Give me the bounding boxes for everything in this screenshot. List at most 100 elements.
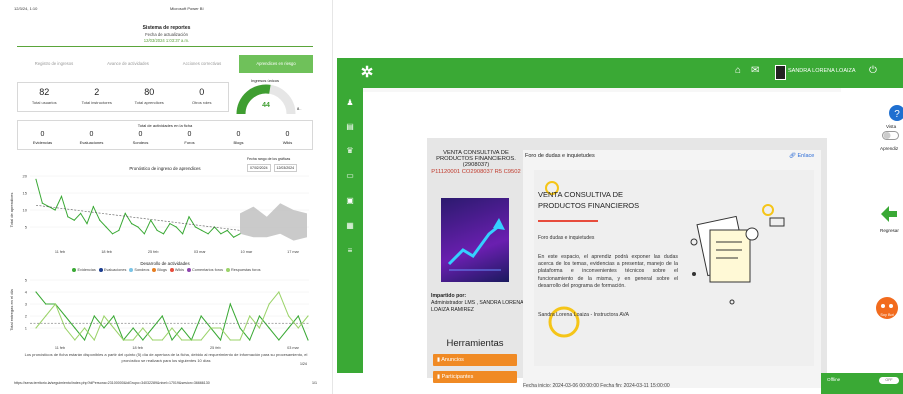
x-tick-label: 11 feb bbox=[55, 346, 65, 350]
data-point bbox=[287, 315, 290, 317]
data-point bbox=[122, 339, 125, 341]
legend-label: Comentarios foros bbox=[191, 268, 224, 272]
vista-label: Vista bbox=[886, 124, 897, 129]
link-button[interactable]: 🔗︎ Enlace bbox=[789, 153, 814, 159]
help-icon[interactable]: ? bbox=[887, 104, 903, 122]
x-tick-label: 17 mar bbox=[287, 250, 300, 254]
legend-swatch bbox=[98, 268, 103, 272]
legend-swatch bbox=[129, 268, 134, 272]
forum-dates: Fecha inicio: 2024-03-06 00:00:00 Fecha … bbox=[523, 383, 670, 389]
regresar-label: Regresar bbox=[880, 228, 899, 233]
kpi-label: Total aprendices bbox=[134, 100, 164, 105]
gauge-value: 44 bbox=[262, 102, 270, 109]
data-point bbox=[92, 206, 94, 208]
data-point bbox=[132, 327, 134, 329]
imparted-by: Impartido por: Administrador LMS , SANDR… bbox=[431, 293, 526, 314]
sena-logo-icon: ✲ bbox=[360, 64, 374, 81]
inbox-icon[interactable]: ▭ bbox=[344, 171, 356, 181]
offline-label: Offline bbox=[827, 377, 841, 382]
offline-toggle[interactable]: OFF bbox=[879, 377, 899, 384]
tab-aprendices-riesgo[interactable]: Aprendices en riesgo bbox=[239, 55, 313, 73]
activity-blogs: 0 Blogs bbox=[214, 131, 263, 145]
y-tick-label: 1 bbox=[25, 326, 28, 331]
mail-icon[interactable]: ✉ bbox=[751, 65, 759, 76]
data-point bbox=[226, 229, 228, 231]
gauge-max: 8.. bbox=[297, 106, 302, 111]
report-tabs: Registro de ingresos Avance de actividad… bbox=[17, 55, 313, 73]
trophy-icon[interactable]: ♛ bbox=[344, 146, 356, 156]
calendar-icon[interactable]: ▦ bbox=[344, 221, 356, 231]
report-title: Sistema de reportes bbox=[142, 25, 191, 31]
document-icon[interactable]: ▣ bbox=[344, 196, 356, 206]
x-tick-label: 18 feb bbox=[132, 346, 143, 350]
data-point bbox=[175, 226, 177, 228]
data-point bbox=[182, 233, 184, 235]
kpi-otros-roles: 0 Otros roles bbox=[176, 83, 229, 111]
book-icon[interactable]: ▤ bbox=[344, 122, 356, 132]
aprendiz-label: Aprendiz bbox=[880, 146, 899, 151]
sidebar: ♟ ▤ ♛ ▭ ▣ ▦ ≡ bbox=[337, 88, 363, 373]
kpi-label: Total instructores bbox=[81, 100, 112, 105]
tool-participantes-button[interactable]: ▮ Participantes bbox=[433, 371, 517, 383]
legend-label: Sondeos bbox=[134, 268, 150, 272]
data-point bbox=[219, 327, 222, 329]
data-point bbox=[99, 219, 101, 221]
activity-evidencias: 0 Evidencias bbox=[18, 131, 67, 145]
data-point bbox=[143, 233, 145, 235]
power-icon[interactable]: ⏻ bbox=[869, 65, 877, 76]
legend-swatch bbox=[152, 268, 157, 272]
tab-avance-actividades[interactable]: Avance de actividades bbox=[91, 55, 165, 73]
print-page-number: 1/1 bbox=[312, 381, 317, 385]
chatbot-icon[interactable]: Soy Bot bbox=[875, 296, 899, 322]
tool-label: Participantes bbox=[441, 374, 474, 380]
kpi-value: 80 bbox=[144, 87, 155, 97]
legend-swatch bbox=[186, 268, 191, 272]
data-point bbox=[142, 339, 144, 341]
data-point bbox=[151, 327, 154, 329]
back-arrow-icon[interactable] bbox=[879, 204, 899, 224]
activity-value: 0 bbox=[187, 131, 192, 138]
y-tick-label: 5 bbox=[25, 225, 28, 230]
tab-acciones-correctivas[interactable]: Acciones correctivas bbox=[165, 55, 239, 73]
print-date: 12/3/24, 1:10 bbox=[14, 6, 38, 11]
view-toggle[interactable] bbox=[882, 131, 900, 141]
x-tick-label: 25 feb bbox=[210, 346, 221, 350]
legend-swatch bbox=[72, 268, 77, 272]
activity-label: Wikis bbox=[282, 140, 293, 145]
top-bar: ✲ ⌂ ✉ SANDRA LORENA LOAIZA ⏻ bbox=[337, 58, 903, 88]
tools-title: Herramientas bbox=[446, 338, 504, 349]
chart2-title: Desarrollo de actividades bbox=[140, 261, 190, 266]
avatar[interactable] bbox=[775, 65, 786, 80]
data-point bbox=[207, 233, 209, 235]
data-point bbox=[45, 303, 47, 305]
kpi-value: 2 bbox=[94, 87, 100, 97]
y-axis-label: Total de aprendices bbox=[9, 193, 14, 228]
home-icon[interactable]: ⌂ bbox=[735, 65, 741, 76]
svg-text:?: ? bbox=[894, 109, 900, 120]
data-point bbox=[171, 339, 173, 341]
data-point bbox=[297, 315, 299, 317]
username[interactable]: SANDRA LORENA LOAIZA bbox=[788, 68, 856, 74]
y-tick-label: 4 bbox=[25, 290, 28, 295]
data-point bbox=[151, 339, 154, 341]
data-point bbox=[64, 327, 66, 329]
data-point bbox=[113, 327, 115, 329]
user-icon[interactable]: ♟ bbox=[344, 98, 356, 108]
data-point bbox=[239, 327, 241, 329]
tab-registro-ingresos[interactable]: Registro de ingresos bbox=[17, 55, 91, 73]
data-point bbox=[150, 219, 152, 221]
data-point bbox=[74, 339, 76, 341]
activities-legend: Evidencias Evaluaciones Sondeos Blogs Wikis C… bbox=[17, 268, 313, 272]
data-point bbox=[229, 303, 231, 305]
range-label: Fecha rango de los gráficas bbox=[247, 157, 291, 161]
activities-panel: Total de actividades en la ficha 0 Eviden… bbox=[17, 120, 313, 150]
data-point bbox=[307, 339, 309, 341]
data-point bbox=[278, 291, 280, 293]
x-tick-label: 18 feb bbox=[101, 250, 112, 254]
tool-anuncios-button[interactable]: ▮ Anuncios bbox=[433, 354, 517, 366]
data-point bbox=[93, 315, 95, 317]
data-point bbox=[258, 315, 261, 317]
data-point bbox=[93, 339, 95, 341]
kpi-total-usuarios: 82 Total usuarios bbox=[18, 83, 71, 111]
menu-icon[interactable]: ≡ bbox=[344, 246, 356, 256]
